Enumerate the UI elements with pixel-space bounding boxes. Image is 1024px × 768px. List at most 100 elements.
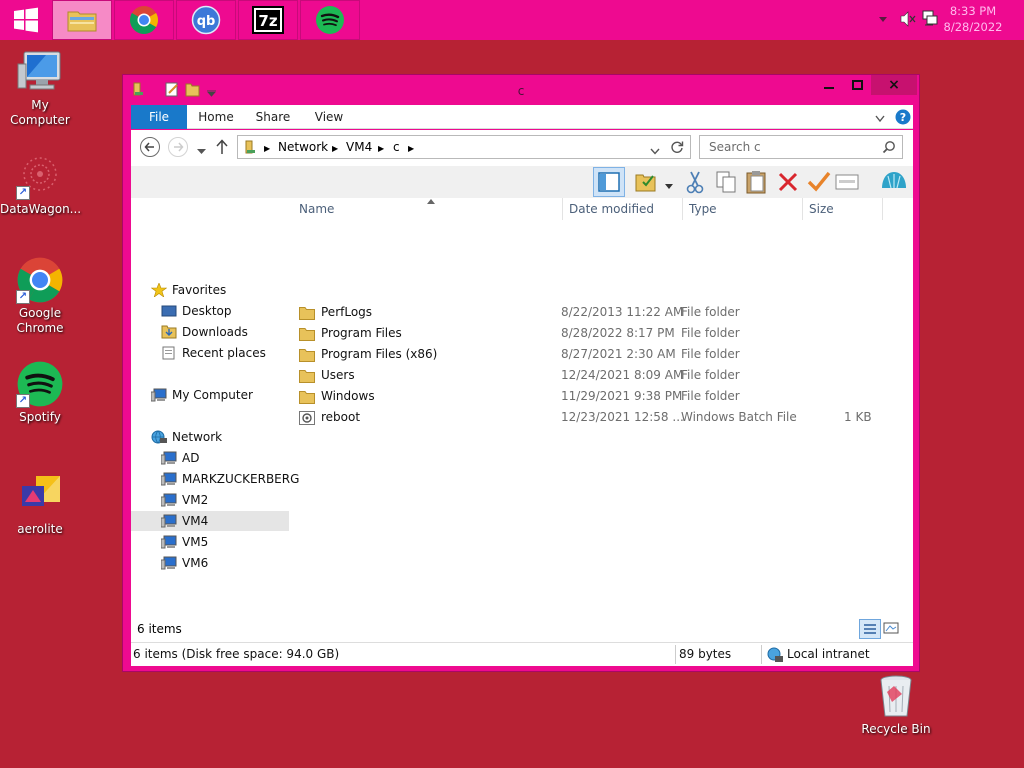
taskbar-qbittorrent[interactable]: qb xyxy=(176,0,236,40)
content-area: Favorites Desktop Downloads Recent place… xyxy=(131,198,913,618)
table-row[interactable]: Users 12/24/2021 8:09 AM File folder xyxy=(299,365,891,386)
address-dropdown-icon[interactable] xyxy=(650,144,660,158)
refresh-icon[interactable] xyxy=(670,140,684,157)
breadcrumb-separator-icon[interactable]: ▶ xyxy=(332,144,338,153)
breadcrumb-network[interactable]: Network xyxy=(278,140,328,154)
recent-locations-icon[interactable] xyxy=(197,144,206,158)
nav-item-label: AD xyxy=(182,451,200,465)
tab-share[interactable]: Share xyxy=(247,105,299,129)
title-bar[interactable]: c × xyxy=(123,75,919,105)
nav-vm6[interactable]: VM6 xyxy=(131,553,289,573)
properties-dropdown-icon[interactable] xyxy=(665,179,673,193)
column-date-modified[interactable]: Date modified xyxy=(563,198,683,220)
desktop-icon-recycle-bin[interactable]: Recycle Bin xyxy=(856,672,936,737)
recycle-bin-icon xyxy=(880,675,912,717)
details-view-icon xyxy=(864,624,876,634)
search-box[interactable]: Search c xyxy=(699,135,903,159)
nav-vm5[interactable]: VM5 xyxy=(131,532,289,552)
column-name[interactable]: Name xyxy=(293,198,563,220)
nav-markzuckerberg[interactable]: MARKZUCKERBERG xyxy=(131,469,299,489)
maximize-button[interactable] xyxy=(843,75,871,95)
large-icons-view-button[interactable] xyxy=(883,621,899,638)
clock-time: 8:33 PM xyxy=(949,4,997,18)
table-row[interactable]: Program Files 8/28/2022 8:17 PM File fol… xyxy=(299,323,891,344)
search-input[interactable]: Search c xyxy=(709,140,761,154)
nav-ad[interactable]: AD xyxy=(131,448,289,468)
paste-button[interactable] xyxy=(745,169,767,198)
status-summary: 6 items (Disk free space: 94.0 GB) xyxy=(133,647,340,661)
breadcrumb-vm4[interactable]: VM4 xyxy=(346,140,372,154)
table-row[interactable]: Program Files (x86) 8/27/2021 2:30 AM Fi… xyxy=(299,344,891,365)
up-arrow-icon xyxy=(216,139,228,154)
nav-downloads[interactable]: Downloads xyxy=(131,322,289,342)
breadcrumb-separator-icon[interactable]: ▶ xyxy=(378,144,384,153)
search-icon[interactable] xyxy=(882,140,896,157)
select-box-icon xyxy=(835,174,859,190)
column-type[interactable]: Type xyxy=(683,198,803,220)
tray-expand-icon[interactable] xyxy=(878,13,888,23)
file-name: reboot xyxy=(321,410,361,424)
table-row[interactable]: Windows 11/29/2021 9:38 PM File folder xyxy=(299,386,891,407)
nav-item-label: VM4 xyxy=(182,514,209,528)
column-size[interactable]: Size xyxy=(803,198,883,220)
cut-button[interactable] xyxy=(685,170,705,197)
breadcrumb-separator-icon[interactable]: ▶ xyxy=(264,144,270,153)
taskbar-chrome[interactable] xyxy=(114,0,174,40)
volume-muted-icon[interactable] xyxy=(900,11,916,30)
desktop-icon-chrome[interactable]: ↗ Google Chrome xyxy=(0,256,80,336)
batch-file-icon xyxy=(299,411,315,425)
taskbar-file-explorer[interactable] xyxy=(52,0,112,40)
desktop-icon-datawagon[interactable]: ↗ DataWagon... xyxy=(0,152,81,217)
select-button[interactable] xyxy=(835,174,859,193)
help-icon[interactable]: ? xyxy=(895,109,911,128)
ribbon-tabs: File Home Share View ? xyxy=(131,105,913,129)
rename-button[interactable] xyxy=(807,170,831,197)
preview-pane-button[interactable] xyxy=(593,167,625,197)
tab-view[interactable]: View xyxy=(305,105,353,129)
nav-desktop[interactable]: Desktop xyxy=(131,301,289,321)
shell-icon xyxy=(882,172,906,189)
breadcrumb-c[interactable]: c xyxy=(393,140,400,154)
address-bar[interactable]: ▶ Network ▶ VM4 ▶ c ▶ xyxy=(237,135,691,159)
chrome-icon xyxy=(130,6,158,34)
file-name: Program Files (x86) xyxy=(321,347,438,361)
start-button[interactable] xyxy=(0,0,52,40)
taskbar-7zip[interactable]: 7z xyxy=(238,0,298,40)
desktop-icon-spotify[interactable]: ↗ Spotify xyxy=(0,360,80,425)
copy-button[interactable] xyxy=(715,170,737,197)
forward-button[interactable] xyxy=(167,136,189,161)
breadcrumb-separator-icon[interactable]: ▶ xyxy=(408,144,414,153)
nav-item-label: MARKZUCKERBERG xyxy=(182,472,300,486)
table-row[interactable]: reboot 12/23/2021 12:58 ... Windows Batc… xyxy=(299,407,891,428)
back-button[interactable] xyxy=(139,136,161,161)
desktop-icon-my-computer[interactable]: My Computer xyxy=(0,48,80,128)
expand-ribbon-icon[interactable] xyxy=(875,112,885,126)
taskbar-spotify[interactable] xyxy=(300,0,360,40)
desktop-icon-aerolite[interactable]: aerolite xyxy=(0,472,80,537)
minimize-button[interactable] xyxy=(815,75,843,95)
tab-file[interactable]: File xyxy=(131,105,187,129)
item-count-bar: 6 items xyxy=(131,618,913,642)
folder-icon xyxy=(299,369,315,383)
downloads-icon xyxy=(161,325,177,339)
network-computer-icon xyxy=(160,514,177,528)
properties-button[interactable] xyxy=(635,170,657,195)
details-view-button[interactable] xyxy=(859,619,881,639)
nav-network[interactable]: Network xyxy=(131,427,289,447)
close-button[interactable]: × xyxy=(871,75,917,95)
nav-my-computer[interactable]: My Computer xyxy=(131,385,289,405)
qbittorrent-icon: qb xyxy=(191,5,221,35)
clock[interactable]: 8:33 PM 8/28/2022 xyxy=(938,3,1008,35)
up-button[interactable] xyxy=(215,139,229,158)
nav-recent-places[interactable]: Recent places xyxy=(131,343,289,363)
tab-home[interactable]: Home xyxy=(191,105,241,129)
item-count: 6 items xyxy=(137,622,182,636)
network-icon[interactable] xyxy=(922,10,938,31)
nav-favorites[interactable]: Favorites xyxy=(131,280,289,300)
shell-app-button[interactable] xyxy=(881,170,907,197)
nav-vm4[interactable]: VM4 xyxy=(131,511,289,531)
large-icons-view-icon xyxy=(883,622,899,634)
nav-vm2[interactable]: VM2 xyxy=(131,490,289,510)
table-row[interactable]: PerfLogs 8/22/2013 11:22 AM File folder xyxy=(299,302,891,323)
delete-button[interactable] xyxy=(777,171,799,196)
